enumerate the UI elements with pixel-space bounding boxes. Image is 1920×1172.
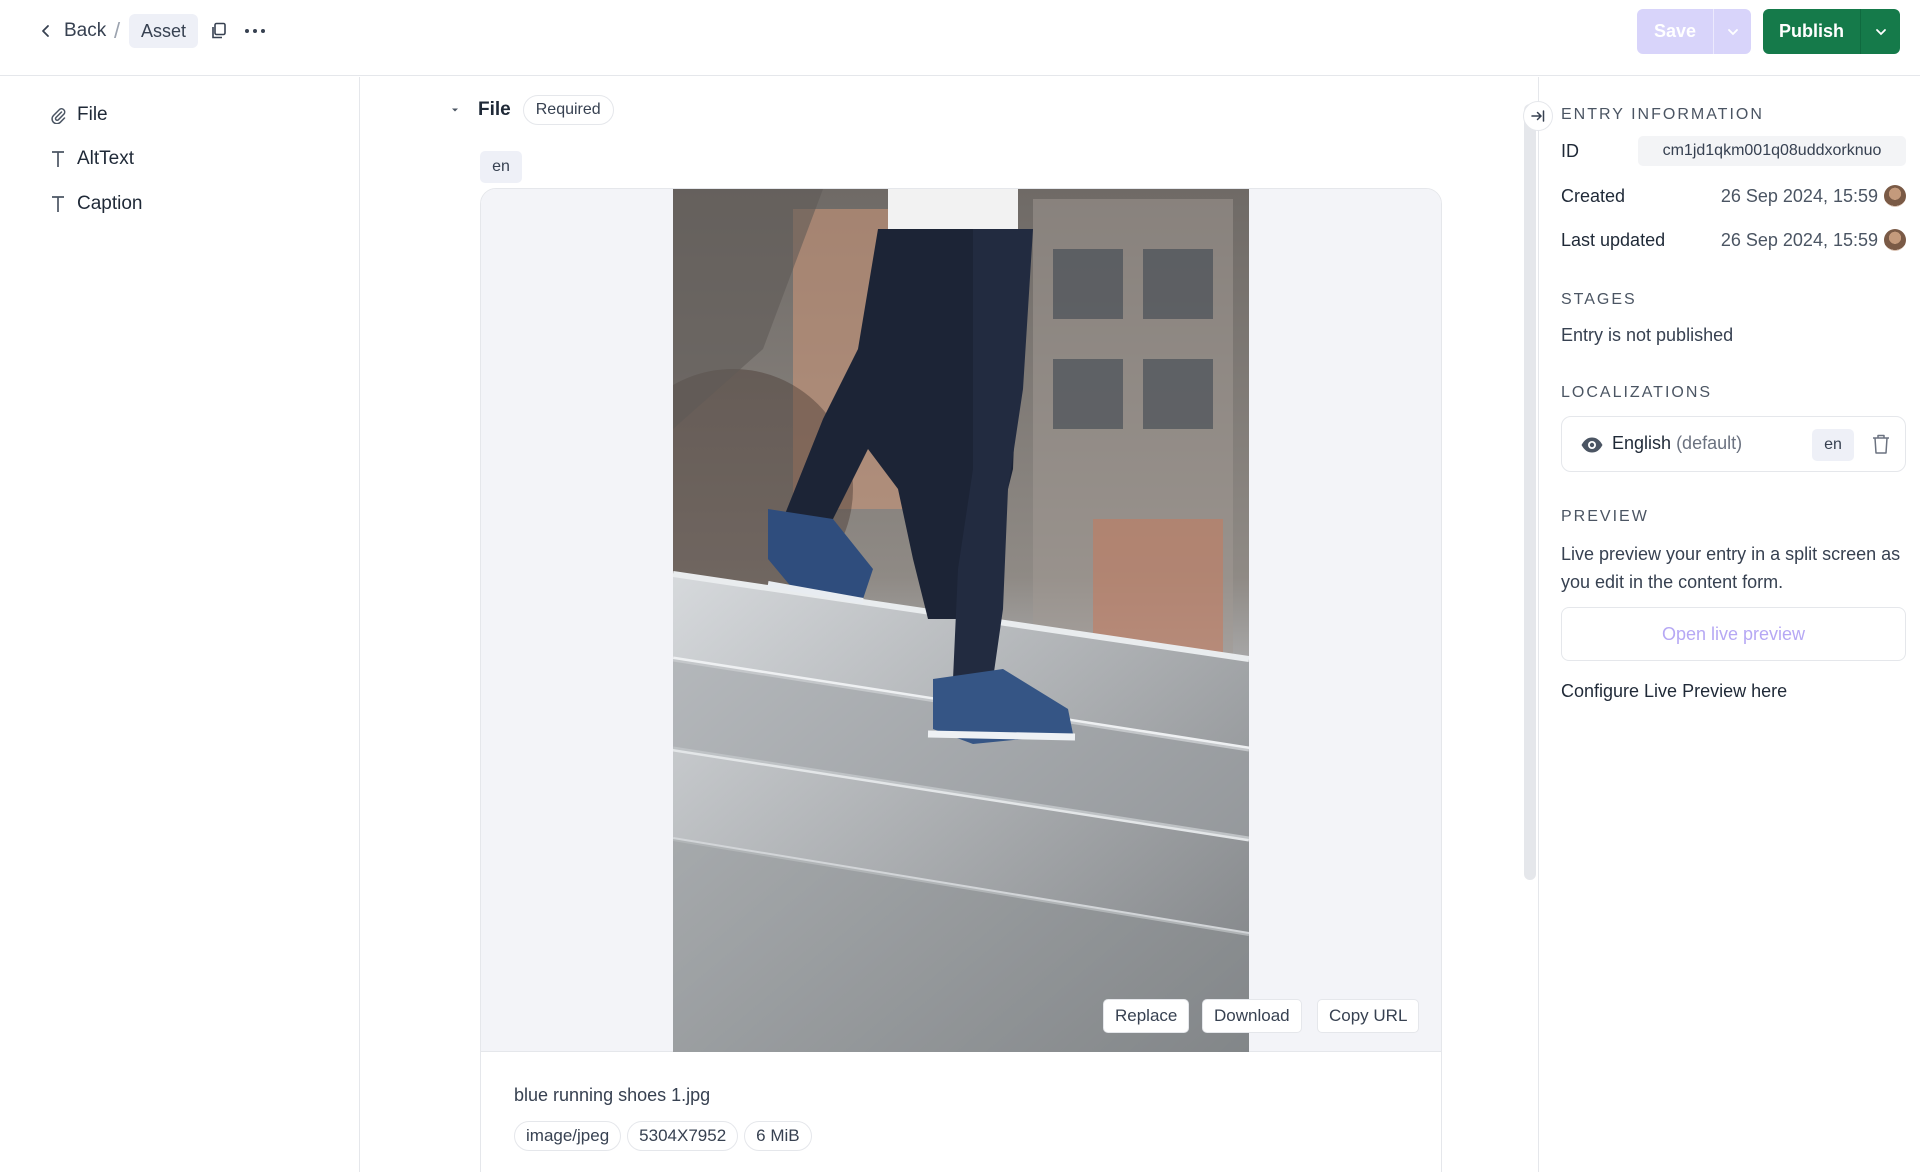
localization-item[interactable]: English (default) en [1561, 416, 1906, 472]
mime-type-badge: image/jpeg [514, 1121, 622, 1151]
entry-information-heading: ENTRY INFORMATION [1561, 106, 1764, 123]
back-button[interactable]: Back [38, 18, 106, 44]
save-options-button[interactable] [1713, 9, 1751, 54]
preview-heading: PREVIEW [1561, 508, 1649, 525]
eye-icon[interactable] [1580, 433, 1604, 457]
breadcrumb-separator: / [114, 18, 121, 43]
field-title: File [478, 99, 511, 120]
dimensions-badge: 5304X7952 [627, 1121, 739, 1151]
back-label: Back [64, 20, 107, 41]
last-updated-label: Last updated [1561, 230, 1666, 250]
text-icon [49, 194, 67, 214]
panel-collapse-icon [1531, 110, 1545, 122]
file-field-header: File Required [450, 95, 614, 125]
publish-button-group: Publish [1763, 9, 1900, 54]
chevron-down-icon [1727, 28, 1738, 35]
sidebar-item-label: AltText [77, 148, 135, 169]
open-live-preview-button[interactable]: Open live preview [1561, 607, 1906, 661]
text-icon [49, 149, 67, 169]
save-button[interactable]: Save [1637, 9, 1713, 54]
collapse-panel-button[interactable] [1523, 101, 1553, 131]
chevron-left-icon [42, 25, 49, 37]
stages-heading: STAGES [1561, 291, 1637, 308]
sidebar-item-file[interactable]: File [49, 101, 108, 129]
copy-url-button[interactable]: Copy URL [1317, 999, 1420, 1033]
asset-preview: Replace Download Copy URL [481, 189, 1441, 1052]
download-button[interactable]: Download [1202, 999, 1302, 1033]
last-updated-date: 26 Sep 2024, 15:59 [1720, 230, 1878, 250]
id-label: ID [1561, 141, 1579, 161]
entry-id[interactable]: cm1jd1qkm001q08uddxorknuo [1638, 136, 1906, 166]
stage-status: Entry is not published [1561, 325, 1734, 345]
main-scrollbar[interactable] [1524, 104, 1536, 880]
sidebar-item-label: Caption [77, 193, 143, 214]
language-name: English [1612, 433, 1672, 453]
localization-language: English (default) [1612, 433, 1742, 454]
more-horizontal-icon [245, 29, 265, 33]
more-options-button[interactable] [242, 18, 268, 44]
sidebar-item-caption[interactable]: Caption [49, 190, 143, 218]
asset-file-name: blue running shoes 1.jpg [514, 1085, 711, 1105]
file-size-badge: 6 MiB [744, 1121, 812, 1151]
asset-image [673, 189, 1249, 1052]
field-locale-badge: en [480, 151, 522, 183]
sidebar-item-alttext[interactable]: AltText [49, 145, 134, 173]
replace-button[interactable]: Replace [1103, 999, 1190, 1033]
asset-meta: image/jpeg 5304X7952 6 MiB [514, 1121, 812, 1151]
created-date: 26 Sep 2024, 15:59 [1720, 186, 1878, 206]
publish-options-button[interactable] [1860, 9, 1900, 54]
localization-code-badge: en [1812, 429, 1854, 461]
created-label: Created [1561, 186, 1626, 206]
asset-card: Replace Download Copy URL blue running s… [480, 188, 1442, 1172]
avatar [1884, 229, 1906, 251]
copy-icon [212, 22, 226, 39]
asset-actions: Replace Download Copy URL [481, 999, 1441, 1033]
top-bar: Back / Asset Save Publish [0, 0, 1920, 76]
required-badge: Required [522, 95, 614, 125]
avatar [1884, 185, 1906, 207]
field-sidebar [0, 77, 360, 1172]
localizations-heading: LOCALIZATIONS [1561, 384, 1713, 401]
duplicate-button[interactable] [206, 18, 232, 44]
publish-button[interactable]: Publish [1763, 9, 1860, 54]
trash-icon[interactable] [1869, 432, 1893, 456]
default-suffix: (default) [1676, 433, 1743, 453]
preview-description: Live preview your entry in a split scree… [1561, 544, 1901, 592]
sidebar-item-label: File [77, 104, 108, 125]
breadcrumb-current: Asset [129, 14, 199, 48]
configure-live-preview-link[interactable]: Configure Live Preview here [1561, 677, 1787, 705]
paperclip-icon [49, 105, 67, 125]
save-button-group: Save [1637, 9, 1751, 54]
chevron-down-icon [1875, 28, 1886, 35]
collapse-caret-icon[interactable] [450, 105, 460, 115]
